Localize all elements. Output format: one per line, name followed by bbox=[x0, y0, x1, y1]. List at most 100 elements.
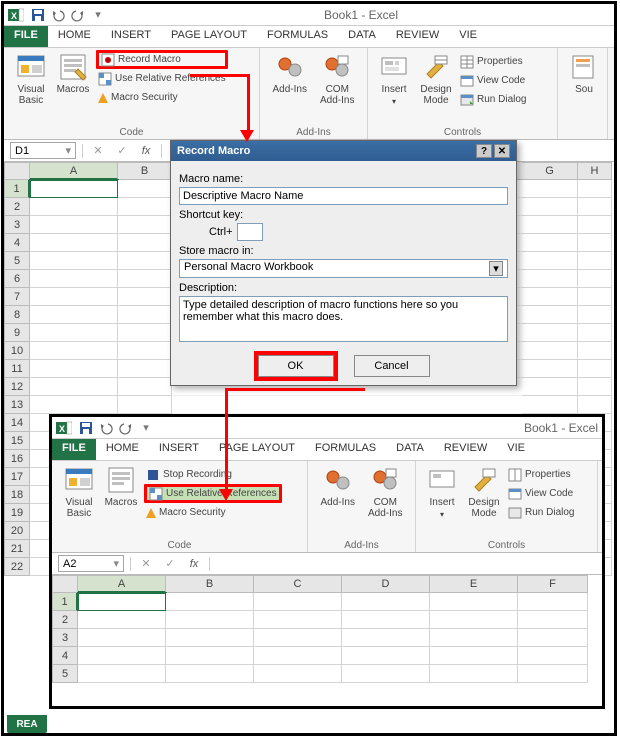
dialog-close-icon[interactable]: ✕ bbox=[494, 144, 510, 158]
cell[interactable] bbox=[578, 234, 612, 252]
cell[interactable] bbox=[342, 629, 430, 647]
row-header[interactable]: 3 bbox=[52, 629, 78, 647]
cell[interactable] bbox=[578, 180, 612, 198]
row-header[interactable]: 14 bbox=[4, 414, 30, 432]
properties-button[interactable]: Properties bbox=[506, 465, 576, 484]
row-header[interactable]: 11 bbox=[4, 360, 30, 378]
insert-controls-button[interactable]: Insert▾ bbox=[374, 52, 414, 109]
tab-file[interactable]: FILE bbox=[52, 439, 96, 460]
cell[interactable] bbox=[78, 611, 166, 629]
cell[interactable] bbox=[166, 611, 254, 629]
cell[interactable] bbox=[30, 396, 118, 414]
cell[interactable] bbox=[78, 647, 166, 665]
cell[interactable] bbox=[118, 180, 172, 198]
row-header[interactable]: 13 bbox=[4, 396, 30, 414]
cell[interactable] bbox=[518, 665, 588, 683]
properties-button[interactable]: Properties bbox=[458, 52, 528, 71]
design-mode-button[interactable]: Design Mode bbox=[462, 465, 506, 522]
cell[interactable] bbox=[522, 180, 578, 198]
cell[interactable] bbox=[578, 216, 612, 234]
macro-security-button[interactable]: Macro Security bbox=[96, 88, 228, 107]
cell[interactable] bbox=[78, 593, 166, 611]
cancel-button[interactable]: Cancel bbox=[354, 355, 430, 377]
view-code-button[interactable]: View Code bbox=[458, 71, 528, 90]
row-header[interactable]: 7 bbox=[4, 288, 30, 306]
com-addins-button[interactable]: COM Add-Ins bbox=[362, 465, 410, 519]
row-header[interactable]: 15 bbox=[4, 432, 30, 450]
cell[interactable] bbox=[254, 647, 342, 665]
run-dialog-button[interactable]: Run Dialog bbox=[506, 503, 576, 522]
cell[interactable] bbox=[118, 396, 172, 414]
tab-review[interactable]: REVIEW bbox=[386, 26, 449, 47]
store-macro-select[interactable]: Personal Macro Workbook▾ bbox=[179, 259, 508, 278]
tab-home[interactable]: HOME bbox=[48, 26, 101, 47]
name-box[interactable]: D1▾ bbox=[10, 142, 76, 159]
cell[interactable] bbox=[430, 647, 518, 665]
col-header-f[interactable]: F bbox=[518, 575, 588, 593]
cell[interactable] bbox=[578, 288, 612, 306]
cell[interactable] bbox=[166, 665, 254, 683]
row-header[interactable]: 20 bbox=[4, 522, 30, 540]
row-header[interactable]: 5 bbox=[4, 252, 30, 270]
cell[interactable] bbox=[430, 593, 518, 611]
qat-undo-icon[interactable] bbox=[49, 6, 67, 24]
row-header[interactable]: 4 bbox=[4, 234, 30, 252]
dialog-help-icon[interactable]: ? bbox=[476, 144, 492, 158]
use-relative-references-button[interactable]: Use Relative References bbox=[144, 484, 282, 503]
cell[interactable] bbox=[522, 216, 578, 234]
cell[interactable] bbox=[518, 611, 588, 629]
tab-formulas[interactable]: FORMULAS bbox=[305, 439, 386, 460]
select-all-corner[interactable] bbox=[4, 162, 30, 180]
insert-controls-button[interactable]: Insert▾ bbox=[422, 465, 462, 522]
tab-home[interactable]: HOME bbox=[96, 439, 149, 460]
cell[interactable] bbox=[118, 342, 172, 360]
cell[interactable] bbox=[430, 665, 518, 683]
qat-redo-icon[interactable] bbox=[117, 419, 135, 437]
qat-redo-icon[interactable] bbox=[69, 6, 87, 24]
row-header[interactable]: 2 bbox=[52, 611, 78, 629]
cell[interactable] bbox=[30, 252, 118, 270]
cell[interactable] bbox=[118, 378, 172, 396]
row-header[interactable]: 12 bbox=[4, 378, 30, 396]
row-header[interactable]: 3 bbox=[4, 216, 30, 234]
macros-button[interactable]: Macros bbox=[52, 52, 94, 107]
qat-save-icon[interactable] bbox=[29, 6, 47, 24]
use-relative-references-button[interactable]: Use Relative References bbox=[96, 69, 228, 88]
tab-view[interactable]: VIE bbox=[449, 26, 487, 47]
cell[interactable] bbox=[118, 198, 172, 216]
cell[interactable] bbox=[342, 647, 430, 665]
cell[interactable] bbox=[30, 378, 118, 396]
addins-button[interactable]: Add-Ins bbox=[266, 52, 314, 106]
col-header-b[interactable]: B bbox=[166, 575, 254, 593]
row-header[interactable]: 18 bbox=[4, 486, 30, 504]
com-addins-button[interactable]: COM Add-Ins bbox=[314, 52, 362, 106]
col-header-e[interactable]: E bbox=[430, 575, 518, 593]
cell[interactable] bbox=[430, 611, 518, 629]
qat-undo-icon[interactable] bbox=[97, 419, 115, 437]
ok-button[interactable]: OK bbox=[258, 355, 334, 377]
cell[interactable] bbox=[522, 342, 578, 360]
col-header-a[interactable]: A bbox=[30, 162, 118, 180]
row-header[interactable]: 4 bbox=[52, 647, 78, 665]
cell[interactable] bbox=[578, 306, 612, 324]
shortcut-key-input[interactable] bbox=[237, 223, 263, 241]
addins-button[interactable]: Add-Ins bbox=[314, 465, 362, 519]
cell[interactable] bbox=[118, 324, 172, 342]
cell[interactable] bbox=[522, 198, 578, 216]
cell[interactable] bbox=[578, 252, 612, 270]
cell[interactable] bbox=[342, 611, 430, 629]
tab-review[interactable]: REVIEW bbox=[434, 439, 497, 460]
cell[interactable] bbox=[166, 593, 254, 611]
row-header[interactable]: 8 bbox=[4, 306, 30, 324]
cell[interactable] bbox=[578, 360, 612, 378]
tab-view[interactable]: VIE bbox=[497, 439, 535, 460]
fx-cancel-icon[interactable]: ✕ bbox=[89, 144, 107, 157]
cell[interactable] bbox=[342, 593, 430, 611]
col-header-b[interactable]: B bbox=[118, 162, 172, 180]
fx-enter-icon[interactable]: ✓ bbox=[161, 557, 179, 570]
cell[interactable] bbox=[522, 378, 578, 396]
tab-data[interactable]: DATA bbox=[338, 26, 386, 47]
tab-formulas[interactable]: FORMULAS bbox=[257, 26, 338, 47]
cell[interactable] bbox=[30, 270, 118, 288]
source-button[interactable]: Sou bbox=[564, 52, 604, 95]
